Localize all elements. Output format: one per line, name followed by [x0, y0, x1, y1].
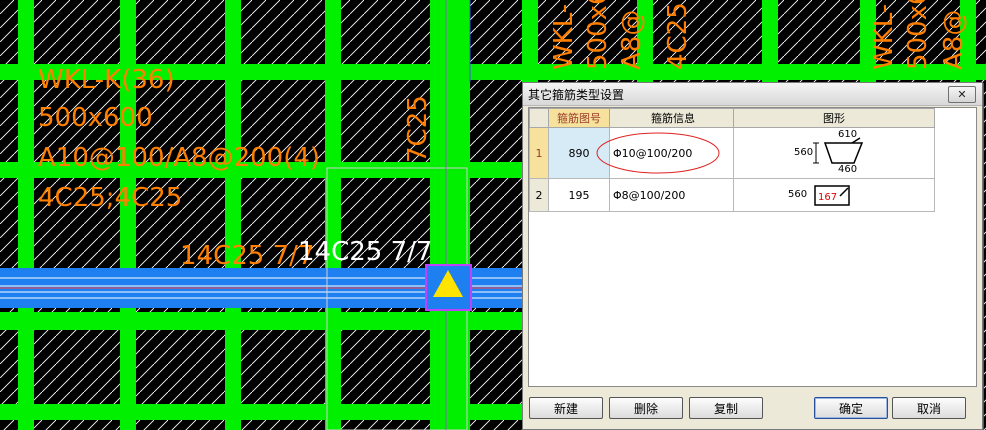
rebar-label-orange[interactable]: 14C25 7/7	[180, 241, 314, 271]
column-header-info[interactable]: 箍筋信息	[609, 108, 734, 128]
copy-button[interactable]: 复制	[689, 397, 763, 419]
top-beam-labels-2[interactable]: WKL- 500x6 A8@	[869, 0, 969, 70]
stirrup-grid[interactable]: 箍筋图号 箍筋信息 图形 1 890 Φ10@100/200 560 610 4…	[528, 107, 977, 387]
top-beam-labels-1[interactable]: WKL- 500x6 A8@ 4C25	[549, 0, 693, 70]
beam-label-line-1: WKL-K(36)	[38, 65, 175, 95]
table-row[interactable]: 1 890 Φ10@100/200 560 610 460	[529, 127, 935, 179]
row-info-cell[interactable]: Φ10@100/200	[596, 127, 734, 179]
beam-label-line-4: 4C25;4C25	[38, 183, 182, 213]
top-label-1d: 4C25	[663, 2, 693, 70]
dialog-titlebar[interactable]: 其它箍筋类型设置 ✕	[523, 83, 982, 106]
row-index[interactable]: 2	[529, 178, 549, 212]
new-button[interactable]: 新建	[529, 397, 603, 419]
top-label-2b: 500x6	[903, 0, 933, 70]
close-icon: ✕	[957, 87, 967, 101]
row-index[interactable]: 1	[529, 127, 549, 179]
stirrup-shape-195: 560 167	[734, 179, 934, 211]
shape-dim-inner: 167	[818, 192, 838, 203]
stirrup-type-dialog[interactable]: 其它箍筋类型设置 ✕ 箍筋图号 箍筋信息 图形 1 890 Φ10@100/20…	[522, 82, 983, 430]
top-label-1a: WKL-	[549, 4, 579, 70]
row-shape-cell[interactable]: 560 167	[733, 178, 935, 212]
trapezoid-shape-icon	[813, 137, 864, 164]
row-info-cell[interactable]: Φ8@100/200	[609, 178, 734, 212]
row-shape-cell[interactable]: 560 610 460	[733, 127, 935, 179]
row-header-corner	[529, 108, 549, 128]
table-header-row: 箍筋图号 箍筋信息 图形	[529, 108, 935, 128]
ok-button[interactable]: 确定	[814, 397, 888, 419]
stirrup-table: 箍筋图号 箍筋信息 图形 1 890 Φ10@100/200 560 610 4…	[529, 108, 935, 212]
top-label-2c: A8@	[939, 10, 969, 70]
close-button[interactable]: ✕	[948, 85, 976, 103]
stirrup-shape-890: 560 610 460	[734, 128, 934, 178]
column-header-shape[interactable]: 图形	[733, 108, 935, 128]
rebar-label-white[interactable]: 14C25 7/7	[298, 237, 432, 267]
vertical-beam-label[interactable]: 7C25	[403, 95, 433, 163]
highlight-ellipse	[596, 132, 720, 174]
top-label-1c: A8@	[617, 10, 647, 70]
beam-label-line-3: A10@100/A8@200(4)	[38, 143, 320, 173]
top-label-1b: 500x6	[583, 0, 613, 70]
row-code-cell[interactable]: 195	[548, 178, 610, 212]
delete-button[interactable]: 删除	[609, 397, 683, 419]
dialog-title: 其它箍筋类型设置	[528, 87, 625, 102]
top-label-2a: WKL-	[869, 4, 899, 70]
cancel-button[interactable]: 取消	[892, 397, 966, 419]
beam-label-line-2: 500x600	[38, 103, 153, 133]
table-row[interactable]: 2 195 Φ8@100/200 560 167	[529, 178, 935, 212]
column-header-code[interactable]: 箍筋图号	[548, 108, 610, 128]
